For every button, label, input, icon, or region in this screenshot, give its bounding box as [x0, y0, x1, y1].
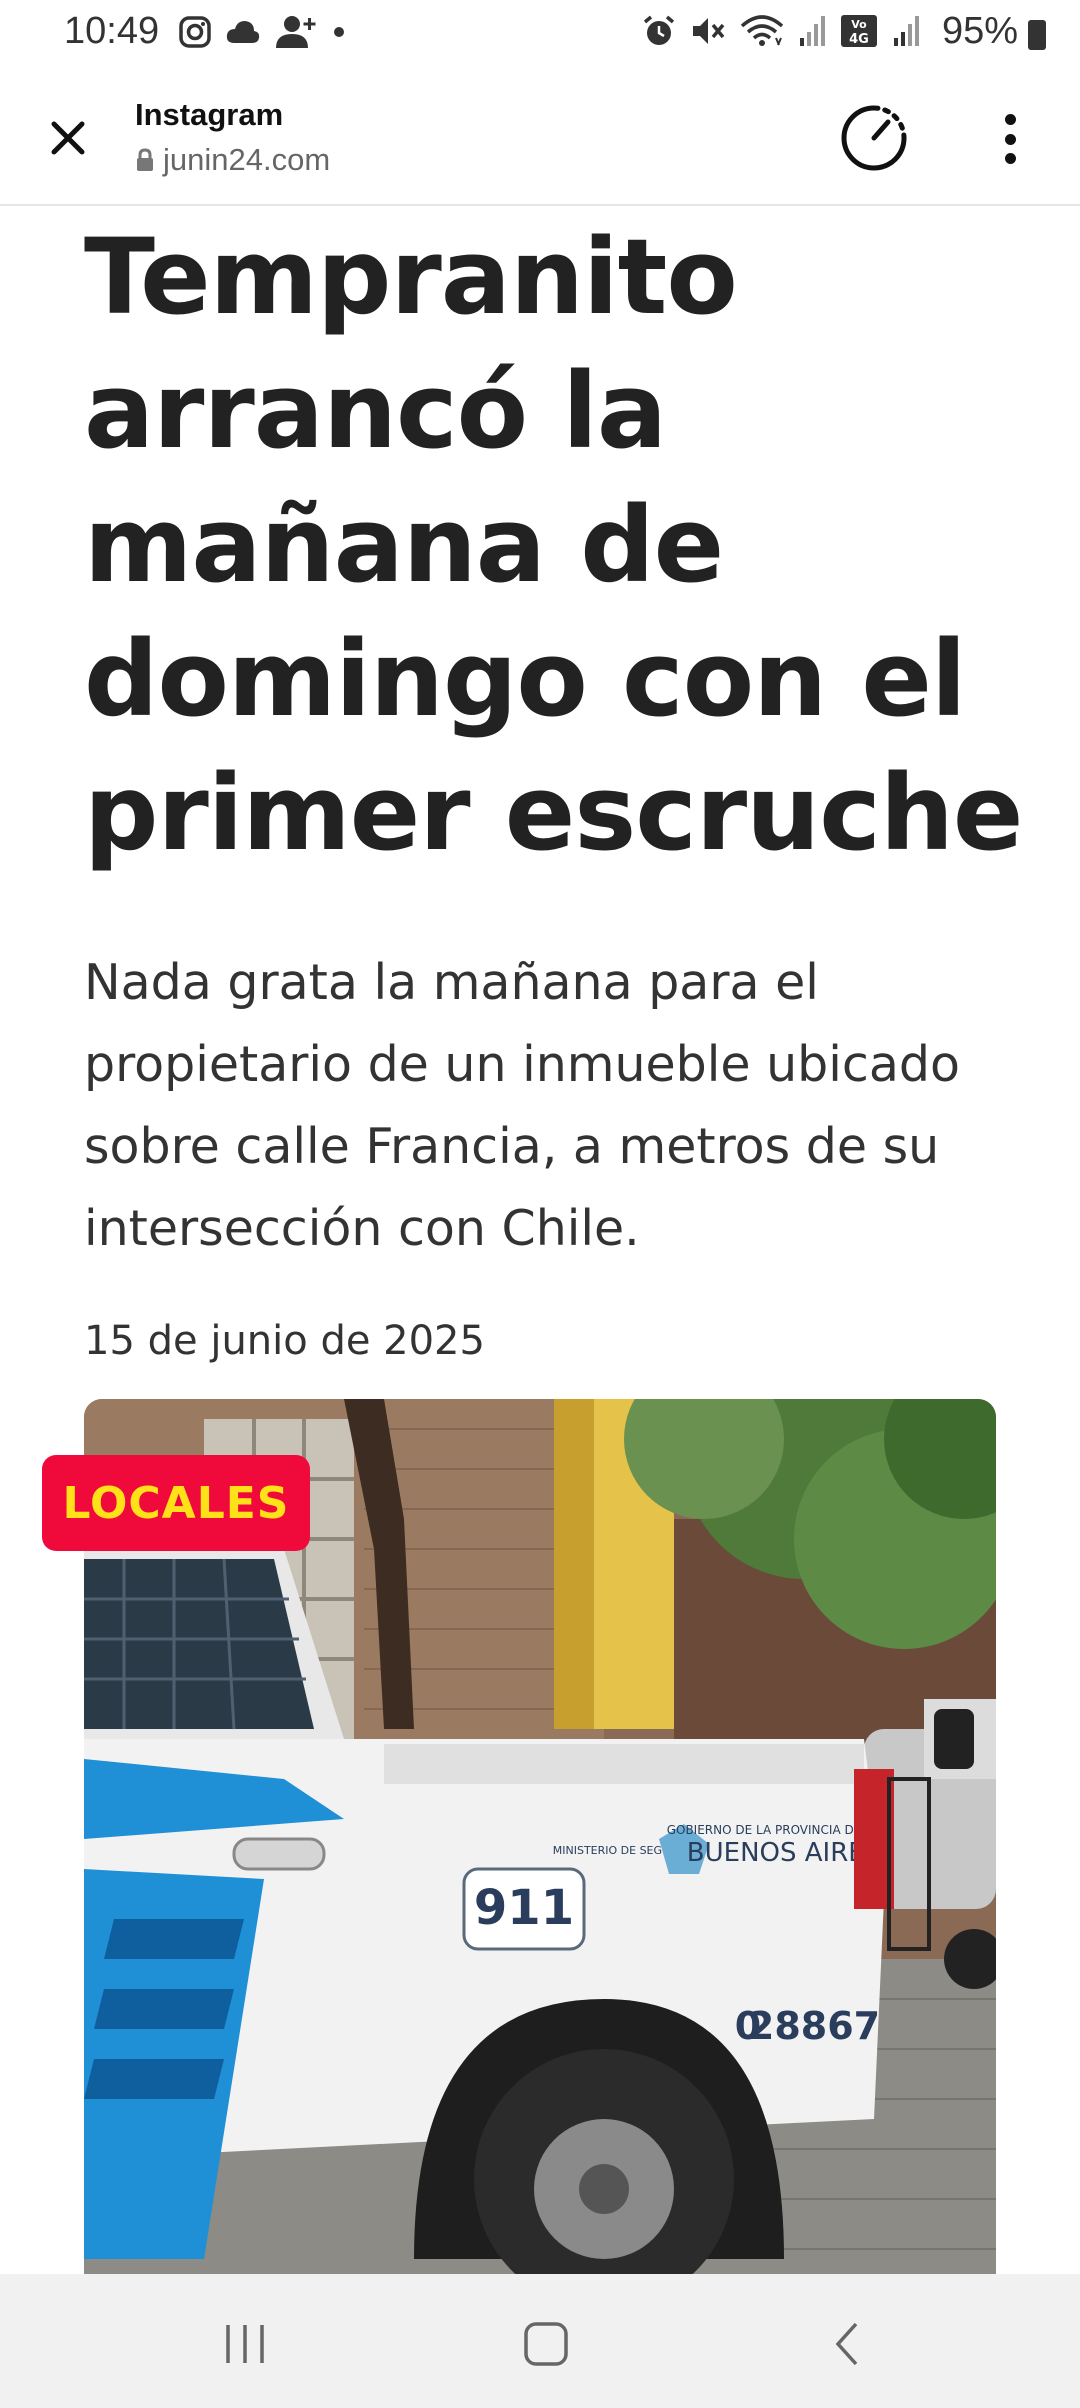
close-button[interactable]: [40, 110, 96, 166]
signal-icon: [894, 16, 919, 46]
truck-911-text: 911: [474, 1880, 574, 1936]
status-right-icons: Vo 4G: [642, 14, 920, 48]
recent-apps-icon: [226, 2325, 264, 2363]
close-icon: [51, 121, 85, 155]
lock-icon: [137, 148, 153, 171]
back-icon: [835, 2322, 858, 2366]
battery-percent: 95%: [941, 10, 1018, 52]
speed-button[interactable]: [838, 102, 910, 174]
system-nav-bar: [0, 2274, 1080, 2408]
status-bar: 10:49 Vo 4G 95%: [0, 0, 1080, 70]
site-url-row[interactable]: junin24.com: [135, 142, 330, 178]
mute-icon: [693, 18, 725, 44]
svg-text:4G: 4G: [849, 32, 869, 47]
browser-header: Instagram junin24.com: [0, 72, 1080, 206]
alarm-icon: [643, 15, 675, 45]
person-add-icon: [276, 16, 316, 48]
dot-icon: [334, 27, 344, 37]
volte-4g-icon: Vo 4G: [841, 15, 877, 47]
article-subtitle: Nada grata la mañana para el propietario…: [84, 954, 960, 1257]
more-vert-icon: [1004, 114, 1016, 125]
article-headline: Tempranito arrancó la mañana de domingo …: [84, 216, 1023, 874]
status-left-icons: [178, 14, 346, 50]
recent-apps-button[interactable]: [205, 2314, 285, 2374]
speed-icon: [841, 105, 907, 171]
truck-unit-number: 28867: [748, 2004, 880, 2048]
site-url: junin24.com: [163, 142, 331, 177]
battery-icon: [1028, 20, 1046, 50]
site-title: Instagram: [135, 97, 284, 132]
category-badge[interactable]: LOCALES: [42, 1455, 310, 1551]
instagram-icon: [179, 16, 211, 48]
more-options-button[interactable]: [990, 104, 1030, 174]
truck-agency-text: BUENOS AIRES: [687, 1838, 881, 1868]
article-date: 15 de junio de 2025: [84, 1318, 485, 1364]
signal-icon: [800, 16, 825, 46]
cloud-icon: [226, 21, 260, 43]
home-button[interactable]: [506, 2314, 586, 2374]
home-icon: [524, 2322, 568, 2366]
status-time: 10:49: [64, 10, 160, 52]
truck-agency-small: GOBIERNO DE LA PROVINCIA DE: [667, 1823, 862, 1837]
svg-text:Vo: Vo: [851, 18, 867, 31]
wifi-icon: [740, 15, 784, 46]
back-button[interactable]: [808, 2314, 888, 2374]
